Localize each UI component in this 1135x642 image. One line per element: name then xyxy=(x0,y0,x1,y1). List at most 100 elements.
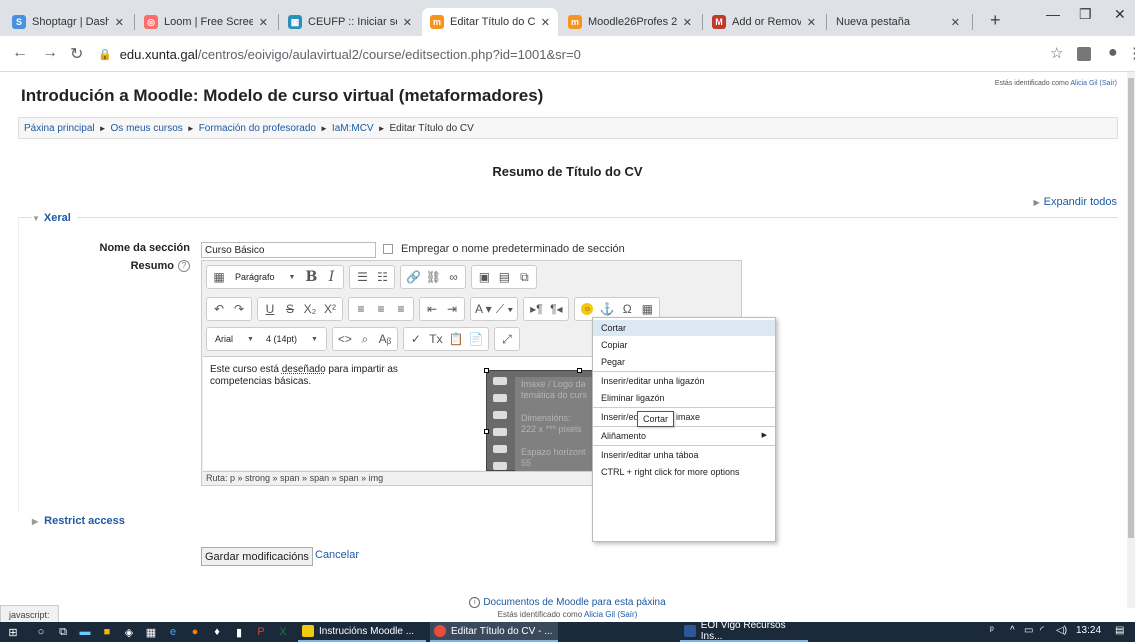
paste-text-icon[interactable]: 📋 xyxy=(446,329,466,349)
default-name-checkbox[interactable] xyxy=(383,244,393,254)
find-replace-icon[interactable]: ⌕ xyxy=(355,329,375,349)
logout-link[interactable]: (Saír) xyxy=(1100,80,1118,87)
wifi-icon[interactable]: ◜ xyxy=(1040,625,1044,636)
firefox-icon[interactable]: ● xyxy=(188,625,202,639)
close-tab-icon[interactable]: ✕ xyxy=(541,16,550,29)
clean-icon[interactable]: ✓ xyxy=(406,329,426,349)
bullet-list-icon[interactable]: ☰ xyxy=(352,267,372,287)
resize-handle[interactable] xyxy=(577,368,582,373)
tab-add-remove[interactable]: M Add or Remove So ✕ xyxy=(704,8,824,36)
align-right-icon[interactable]: ≡ xyxy=(391,299,411,319)
address-bar[interactable]: 🔒 edu.xunta.gal/centros/eoivigo/aulavirt… xyxy=(98,41,1018,67)
insert-media-icon[interactable]: ▤ xyxy=(494,267,514,287)
new-tab-plus-icon[interactable]: + xyxy=(990,10,1001,31)
windows-start-icon[interactable]: ⊞ xyxy=(6,625,20,639)
bookmark-star-icon[interactable]: ☆ xyxy=(1050,44,1063,62)
notifications-icon[interactable]: ▤ xyxy=(1115,625,1124,636)
ltr-icon[interactable]: ▸¶ xyxy=(526,299,546,319)
undo-icon[interactable]: ↶ xyxy=(209,299,229,319)
store-icon[interactable]: ▬ xyxy=(78,625,92,639)
explorer-icon[interactable]: ■ xyxy=(100,625,114,639)
font-family-select[interactable]: Arial ▼ xyxy=(209,329,260,349)
close-tab-icon[interactable]: ✕ xyxy=(683,16,692,29)
remove-format-icon[interactable]: Tx xyxy=(426,329,446,349)
clock[interactable]: 13:24 xyxy=(1076,625,1101,636)
calculator-icon[interactable]: ▦ xyxy=(144,625,158,639)
menu-item-remove-link[interactable]: Eliminar ligazón xyxy=(593,390,775,406)
cancel-link[interactable]: Cancelar xyxy=(315,549,359,561)
reload-icon[interactable]: ↻ xyxy=(70,44,83,64)
breadcrumb-course[interactable]: IaM:MCV xyxy=(332,123,374,134)
bold-button[interactable]: B xyxy=(301,267,321,287)
tab-moodle26[interactable]: m Moodle26Profes 2 ✕ xyxy=(560,8,700,36)
taskbar-app-word[interactable]: EOI Vigo Recursos Ins... xyxy=(680,620,808,642)
redo-icon[interactable]: ↷ xyxy=(229,299,249,319)
breadcrumb-my-courses[interactable]: Os meus cursos xyxy=(111,123,183,134)
menu-item-insert-link[interactable]: Inserir/editar unha ligazón xyxy=(593,373,775,389)
align-left-icon[interactable]: ≡ xyxy=(351,299,371,319)
menu-item-cut[interactable]: Cortar xyxy=(593,320,775,336)
font-size-select[interactable]: 4 (14pt) ▼ xyxy=(260,329,324,349)
html-source-icon[interactable]: <> xyxy=(335,329,355,349)
subscript-icon[interactable]: X₂ xyxy=(300,299,320,319)
volume-icon[interactable]: ◁) xyxy=(1056,625,1067,636)
close-tab-icon[interactable]: ✕ xyxy=(807,16,816,29)
tab-shoptagr[interactable]: S Shoptagr | Dashbo ✕ xyxy=(4,8,132,36)
resize-handle[interactable] xyxy=(484,429,489,434)
menu-item-paste[interactable]: Pegar xyxy=(593,354,775,370)
page-scrollbar[interactable] xyxy=(1127,72,1135,608)
menu-item-alignment[interactable]: Aliñamento ▶ xyxy=(593,428,775,444)
fieldset-general-toggle[interactable]: ▼ Xeral xyxy=(32,212,77,224)
moodle-docs-link[interactable]: i Documentos de Moodle para esta páxina xyxy=(0,597,1135,608)
expand-all-link[interactable]: ▶ Expandir todos xyxy=(1033,196,1117,208)
align-center-icon[interactable]: ≡ xyxy=(371,299,391,319)
user-profile-link[interactable]: Alicia Gil xyxy=(584,610,615,619)
restore-icon[interactable]: ❐ xyxy=(1079,6,1092,23)
taskbar-app-chrome[interactable]: Editar Título do CV - ... xyxy=(430,622,558,642)
edge-icon[interactable]: e xyxy=(166,625,180,639)
breadcrumb-home[interactable]: Páxina principal xyxy=(24,123,95,134)
manage-files-icon[interactable]: ⧉ xyxy=(514,267,534,287)
close-window-icon[interactable]: ✕ xyxy=(1114,6,1126,23)
italic-button[interactable]: I xyxy=(321,267,341,287)
underline-icon[interactable]: U xyxy=(260,299,280,319)
moodle-link-icon[interactable]: ∞ xyxy=(443,267,463,287)
close-tab-icon[interactable]: ✕ xyxy=(403,16,412,29)
toolbar-toggle-icon[interactable]: ▦ xyxy=(209,267,229,287)
insert-image-icon[interactable]: ▣ xyxy=(474,267,494,287)
resize-handle[interactable] xyxy=(484,368,489,373)
indent-icon[interactable]: ⇥ xyxy=(442,299,462,319)
powerpoint-icon[interactable]: P xyxy=(254,625,268,639)
superscript-icon[interactable]: X² xyxy=(320,299,340,319)
menu-item-insert-image[interactable]: Inserir/editar unha imaxe xyxy=(593,409,775,425)
special-character-icon[interactable]: Ω xyxy=(617,299,637,319)
people-icon[interactable]: ᵖ xyxy=(990,625,994,636)
task-view-icon[interactable]: ⧉ xyxy=(56,625,70,639)
minimize-icon[interactable]: — xyxy=(1046,6,1060,22)
breadcrumb-teacher-training[interactable]: Formación do profesorado xyxy=(199,123,316,134)
logout-link[interactable]: (Saír) xyxy=(617,610,637,619)
browser-menu-icon[interactable]: ⋮ xyxy=(1127,44,1135,62)
strikethrough-icon[interactable]: S xyxy=(280,299,300,319)
close-tab-icon[interactable]: ✕ xyxy=(115,16,124,29)
fullscreen-icon[interactable]: ⤢ xyxy=(497,329,517,349)
menu-item-copy[interactable]: Copiar xyxy=(593,337,775,353)
background-color-icon[interactable]: ⟋ ▾ xyxy=(494,299,516,319)
numbered-list-icon[interactable]: ☷ xyxy=(372,267,392,287)
close-tab-icon[interactable]: ✕ xyxy=(951,16,960,29)
tab-nueva-pestana[interactable]: Nueva pestaña ✕ xyxy=(828,8,968,36)
notes-icon[interactable]: ▮ xyxy=(232,625,246,639)
unlink-icon[interactable]: ⛓ xyxy=(423,267,443,287)
paste-word-icon[interactable]: 📄 xyxy=(466,329,486,349)
profile-avatar-icon[interactable]: ● xyxy=(1108,44,1118,62)
battery-icon[interactable]: ▭ xyxy=(1024,625,1033,636)
text-color-icon[interactable]: A ▾ xyxy=(473,299,494,319)
forward-arrow-icon[interactable]: → xyxy=(42,44,58,62)
outdent-icon[interactable]: ⇤ xyxy=(422,299,442,319)
app-icon[interactable]: ♦ xyxy=(210,625,224,639)
close-tab-icon[interactable]: ✕ xyxy=(259,16,268,29)
section-name-input[interactable] xyxy=(201,242,376,258)
format-select[interactable]: Parágrafo ▼ xyxy=(229,267,301,287)
excel-icon[interactable]: X xyxy=(276,625,290,639)
tray-chevron-icon[interactable]: ^ xyxy=(1010,625,1015,636)
